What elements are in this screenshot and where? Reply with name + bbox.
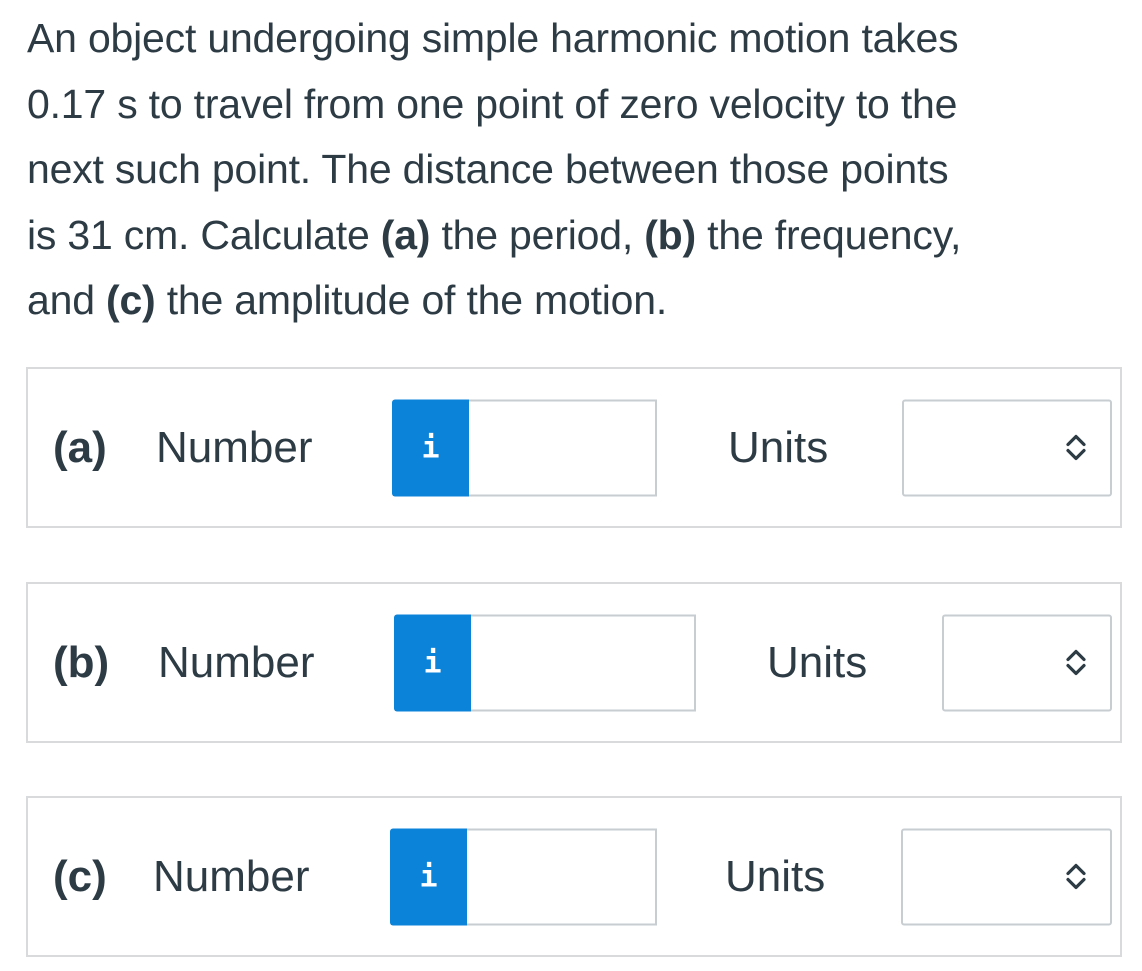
info-icon: i <box>419 859 438 894</box>
answer-row-c: (c) Number i Units <box>26 796 1122 957</box>
number-label: Number <box>158 637 315 687</box>
units-select[interactable] <box>902 399 1112 496</box>
units-select[interactable] <box>942 614 1112 711</box>
info-button[interactable]: i <box>392 399 469 496</box>
units-select[interactable] <box>901 828 1112 925</box>
part-label: (b) <box>53 637 110 687</box>
info-icon: i <box>421 430 440 465</box>
chevron-up-down-icon <box>1066 863 1086 890</box>
units-label: Units <box>728 422 829 472</box>
question-line-4: is 31 cm. Calculate (a) the period, (b) … <box>27 203 1127 269</box>
units-label: Units <box>767 637 868 687</box>
chevron-up-down-icon <box>1066 649 1086 676</box>
question-text-segment: the frequency, <box>695 211 962 258</box>
answer-row-b: (b) Number i Units <box>26 582 1122 743</box>
part-c-ref: (c) <box>106 277 156 323</box>
question-text-segment: the period, <box>430 211 645 258</box>
question-line-1: An object undergoing simple harmonic mot… <box>27 15 959 61</box>
number-input[interactable] <box>467 828 657 925</box>
question-text-segment: and <box>27 277 106 323</box>
chevron-up-down-icon <box>1066 434 1086 461</box>
info-button[interactable]: i <box>394 614 471 711</box>
part-a-ref: (a) <box>380 211 431 258</box>
number-label: Number <box>153 851 310 901</box>
question-text: An object undergoing simple harmonic mot… <box>27 6 1127 334</box>
question-line-3: next such point. The distance between th… <box>27 146 949 192</box>
part-label: (c) <box>53 851 107 901</box>
part-b-ref: (b) <box>644 211 696 258</box>
info-icon: i <box>423 645 442 680</box>
question-line-2: 0.17 s to travel from one point of zero … <box>27 80 958 127</box>
units-label: Units <box>725 851 826 901</box>
number-label: Number <box>156 422 313 472</box>
part-label: (a) <box>53 422 107 472</box>
answer-row-a: (a) Number i Units <box>26 367 1122 528</box>
number-input[interactable] <box>469 399 657 496</box>
question-line-5: and (c) the amplitude of the motion. <box>27 268 1127 334</box>
number-input[interactable] <box>471 614 696 711</box>
info-button[interactable]: i <box>390 828 467 925</box>
question-text-segment: the amplitude of the motion. <box>155 277 668 323</box>
question-text-segment: is 31 cm. Calculate <box>27 211 381 258</box>
